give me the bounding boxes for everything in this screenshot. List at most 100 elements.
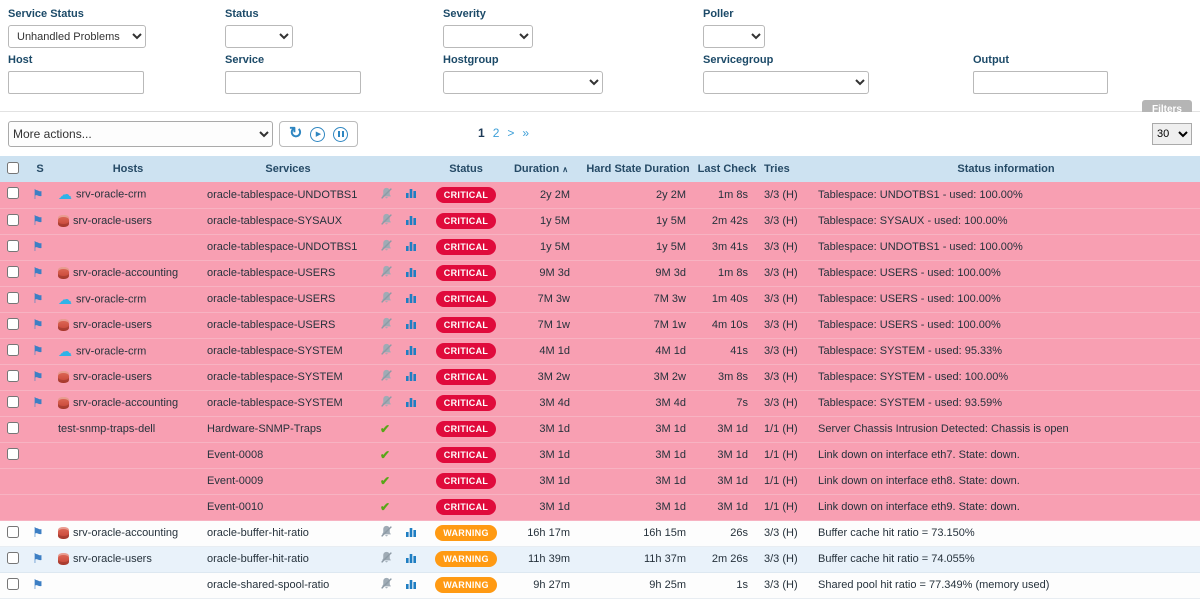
filter-block-hostgroup: Hostgroup bbox=[443, 54, 703, 94]
host-name[interactable]: test-snmp-traps-dell bbox=[58, 423, 155, 435]
row-checkbox[interactable] bbox=[7, 318, 19, 330]
row-checkbox[interactable] bbox=[7, 578, 19, 590]
filter-row-1: Service StatusUnhandled ProblemsStatusSe… bbox=[8, 8, 1192, 54]
filter-service-input[interactable] bbox=[225, 71, 361, 94]
row-checkbox[interactable] bbox=[7, 266, 19, 278]
service-name[interactable]: oracle-buffer-hit-ratio bbox=[202, 520, 374, 546]
performance-graph-icon[interactable] bbox=[405, 318, 417, 333]
service-name[interactable]: Hardware-SNMP-Traps bbox=[202, 416, 374, 442]
performance-graph-icon[interactable] bbox=[405, 552, 417, 567]
service-name[interactable]: oracle-tablespace-UNDOTBS1 bbox=[202, 234, 374, 260]
header-tries[interactable]: Tries bbox=[758, 156, 812, 182]
refresh-icon[interactable] bbox=[289, 126, 302, 142]
host-name[interactable]: srv-oracle-users bbox=[73, 215, 152, 227]
header-services[interactable]: Services bbox=[202, 156, 374, 182]
performance-graph-icon[interactable] bbox=[405, 344, 417, 359]
last-page-link[interactable]: » bbox=[522, 126, 529, 140]
filter-hostgroup-select[interactable] bbox=[443, 71, 603, 94]
host-name[interactable]: srv-oracle-accounting bbox=[73, 397, 178, 409]
performance-graph-icon[interactable] bbox=[405, 526, 417, 541]
last-check-cell: 41s bbox=[696, 338, 758, 364]
filter-label-poller: Poller bbox=[703, 8, 933, 20]
service-name[interactable]: Event-0010 bbox=[202, 494, 374, 520]
row-checkbox[interactable] bbox=[7, 396, 19, 408]
host-name[interactable]: srv-oracle-accounting bbox=[73, 267, 178, 279]
filter-service-status-select[interactable]: Unhandled Problems bbox=[8, 25, 146, 48]
host-name[interactable]: srv-oracle-crm bbox=[76, 293, 146, 305]
filter-poller-select[interactable] bbox=[703, 25, 765, 48]
select-all-checkbox[interactable] bbox=[7, 162, 19, 174]
filter-block-poller: Poller bbox=[703, 8, 933, 48]
duration-cell: 3M 1d bbox=[502, 494, 580, 520]
filter-servicegroup-select[interactable] bbox=[703, 71, 869, 94]
page-size-select[interactable]: 30 bbox=[1152, 123, 1192, 145]
more-actions-select[interactable]: More actions... bbox=[8, 121, 273, 147]
performance-graph-icon[interactable] bbox=[405, 266, 417, 281]
last-check-cell: 3m 8s bbox=[696, 364, 758, 390]
service-name[interactable]: oracle-tablespace-USERS bbox=[202, 260, 374, 286]
service-name[interactable]: oracle-shared-spool-ratio bbox=[202, 572, 374, 598]
passive-check-icon bbox=[380, 448, 390, 462]
host-name[interactable]: srv-oracle-users bbox=[73, 371, 152, 383]
status-badge: CRITICAL bbox=[436, 291, 496, 307]
performance-graph-icon[interactable] bbox=[405, 214, 417, 229]
sort-ascending-icon[interactable] bbox=[562, 165, 568, 174]
play-icon[interactable] bbox=[310, 127, 325, 142]
performance-graph-icon[interactable] bbox=[405, 370, 417, 385]
host-name[interactable]: srv-oracle-users bbox=[73, 553, 152, 565]
service-name[interactable]: oracle-buffer-hit-ratio bbox=[202, 546, 374, 572]
host-name[interactable]: srv-oracle-accounting bbox=[73, 527, 178, 539]
filter-host-input[interactable] bbox=[8, 71, 144, 94]
service-name[interactable]: oracle-tablespace-USERS bbox=[202, 312, 374, 338]
host-icon bbox=[58, 267, 69, 279]
page-2-link[interactable]: 2 bbox=[493, 126, 500, 140]
performance-graph-icon[interactable] bbox=[405, 578, 417, 593]
row-checkbox[interactable] bbox=[7, 344, 19, 356]
service-name[interactable]: Event-0008 bbox=[202, 442, 374, 468]
tries-cell: 3/3 (H) bbox=[758, 520, 812, 546]
service-name[interactable]: oracle-tablespace-USERS bbox=[202, 286, 374, 312]
host-name[interactable]: srv-oracle-crm bbox=[76, 189, 146, 201]
header-duration[interactable]: Duration bbox=[502, 156, 580, 182]
row-checkbox[interactable] bbox=[7, 214, 19, 226]
filter-severity-select[interactable] bbox=[443, 25, 533, 48]
header-hosts[interactable]: Hosts bbox=[54, 156, 202, 182]
header-last-check[interactable]: Last Check bbox=[696, 156, 758, 182]
header-status[interactable]: Status bbox=[430, 156, 502, 182]
page-current[interactable]: 1 bbox=[478, 126, 485, 140]
service-name[interactable]: oracle-tablespace-SYSAUX bbox=[202, 208, 374, 234]
filter-block-output: Output bbox=[973, 54, 1153, 94]
tries-cell: 3/3 (H) bbox=[758, 260, 812, 286]
service-name[interactable]: oracle-tablespace-UNDOTBS1 bbox=[202, 182, 374, 208]
row-checkbox[interactable] bbox=[7, 292, 19, 304]
pause-icon[interactable] bbox=[333, 127, 348, 142]
service-name[interactable]: oracle-tablespace-SYSTEM bbox=[202, 364, 374, 390]
filter-output-input[interactable] bbox=[973, 71, 1108, 94]
row-checkbox[interactable] bbox=[7, 422, 19, 434]
service-name[interactable]: oracle-tablespace-SYSTEM bbox=[202, 390, 374, 416]
tries-cell: 1/1 (H) bbox=[758, 494, 812, 520]
performance-graph-icon[interactable] bbox=[405, 292, 417, 307]
row-checkbox[interactable] bbox=[7, 187, 19, 199]
flag-icon bbox=[32, 372, 44, 384]
next-page-link[interactable]: > bbox=[507, 126, 514, 140]
row-checkbox[interactable] bbox=[7, 240, 19, 252]
header-hard-state-duration[interactable]: Hard State Duration bbox=[580, 156, 696, 182]
row-checkbox[interactable] bbox=[7, 448, 19, 460]
performance-graph-icon[interactable] bbox=[405, 396, 417, 411]
row-checkbox[interactable] bbox=[7, 552, 19, 564]
last-check-cell: 26s bbox=[696, 520, 758, 546]
performance-graph-icon[interactable] bbox=[405, 240, 417, 255]
host-name[interactable]: srv-oracle-users bbox=[73, 319, 152, 331]
hard-state-duration-cell: 1y 5M bbox=[580, 208, 696, 234]
performance-graph-icon[interactable] bbox=[405, 187, 417, 202]
row-checkbox[interactable] bbox=[7, 370, 19, 382]
duration-cell: 9M 3d bbox=[502, 260, 580, 286]
service-name[interactable]: Event-0009 bbox=[202, 468, 374, 494]
row-checkbox[interactable] bbox=[7, 526, 19, 538]
status-badge: CRITICAL bbox=[436, 343, 496, 359]
tries-cell: 3/3 (H) bbox=[758, 208, 812, 234]
filter-status-select[interactable] bbox=[225, 25, 293, 48]
host-name[interactable]: srv-oracle-crm bbox=[76, 345, 146, 357]
service-name[interactable]: oracle-tablespace-SYSTEM bbox=[202, 338, 374, 364]
